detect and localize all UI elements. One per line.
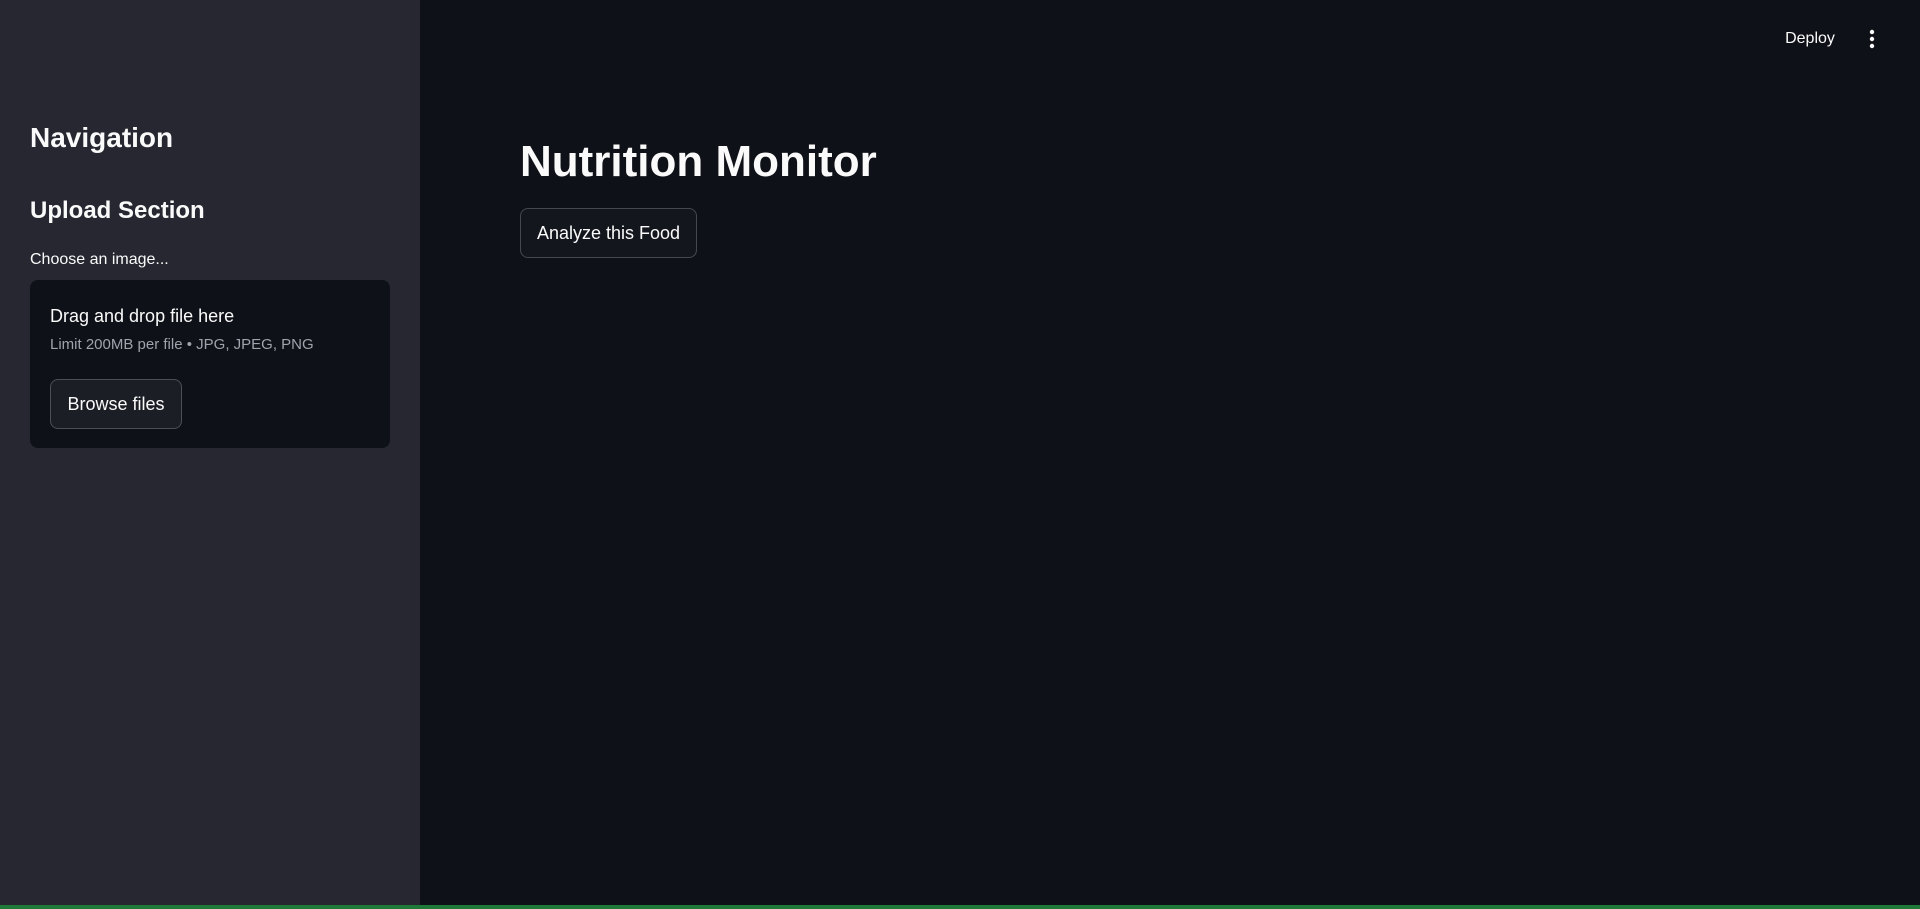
deploy-button[interactable]: Deploy: [1772, 26, 1848, 52]
page-title: Nutrition Monitor: [520, 137, 877, 186]
sidebar: Navigation Upload Section Choose an imag…: [0, 0, 420, 905]
app-root: Navigation Upload Section Choose an imag…: [0, 0, 1920, 909]
upload-section-title: Upload Section: [30, 197, 205, 224]
file-uploader-label: Choose an image...: [30, 251, 169, 268]
status-bar-line: [0, 905, 1920, 909]
dropzone-limit-text: Limit 200MB per file • JPG, JPEG, PNG: [50, 336, 314, 353]
more-vertical-icon[interactable]: [1862, 26, 1882, 52]
sidebar-nav-title: Navigation: [30, 122, 174, 153]
dropzone-instructions: Drag and drop file here: [50, 306, 235, 326]
main-content: Nutrition Monitor Analyze this Food: [420, 0, 1920, 905]
analyze-food-button[interactable]: Analyze this Food: [520, 208, 697, 258]
browse-files-button[interactable]: Browse files: [50, 379, 182, 429]
file-dropzone[interactable]: Drag and drop file here Limit 200MB per …: [30, 280, 390, 448]
